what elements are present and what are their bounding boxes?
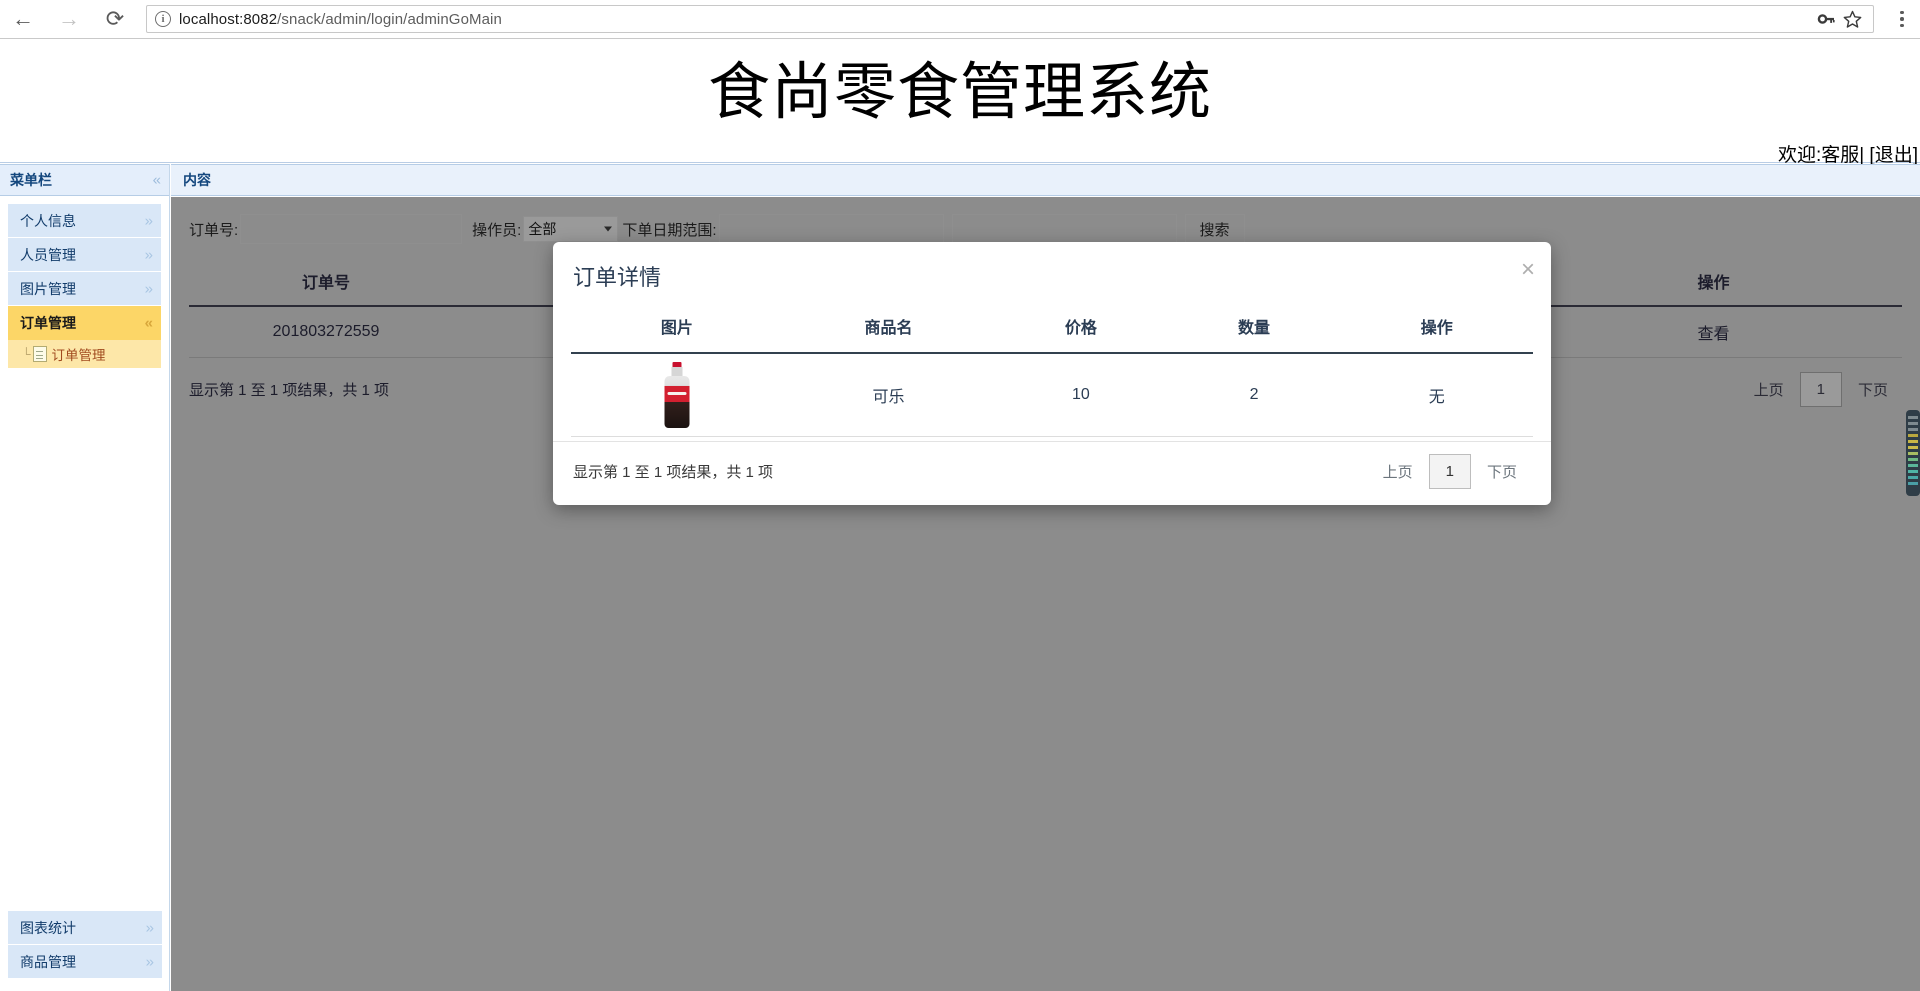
- next-page-button[interactable]: 下页: [1473, 455, 1531, 488]
- col-price: 价格: [994, 306, 1167, 353]
- three-dot-menu-icon[interactable]: [1884, 0, 1920, 39]
- sidebar-title: 菜单栏: [10, 170, 52, 190]
- modal-pagination: 上页 1 下页: [1369, 454, 1531, 489]
- next-page-button[interactable]: 下页: [1844, 373, 1902, 406]
- cell-price: 10: [994, 353, 1167, 437]
- sidebar-item-label: 个人信息: [20, 211, 76, 231]
- search-filter-bar: 订单号: 操作员: 全部 下单日期范围: 搜索: [189, 213, 1902, 245]
- back-arrow-icon[interactable]: ←: [0, 0, 46, 39]
- key-icon[interactable]: [1813, 6, 1839, 32]
- col-order-no: 订单号: [189, 259, 463, 306]
- content-header: 内容: [171, 164, 1920, 196]
- modal-header: 订单详情 ×: [553, 242, 1551, 306]
- sidebar-item-chart-statistics[interactable]: 图表统计 »: [8, 911, 162, 945]
- sidebar-menu: 个人信息 » 人员管理 » 图片管理 » 订单管理 « └ 订单管理: [0, 196, 169, 368]
- modal-body: 图片 商品名 价格 数量 操作: [553, 306, 1551, 437]
- sidebar-item-personal-info[interactable]: 个人信息 »: [8, 204, 161, 238]
- sidebar-header: 菜单栏 «: [0, 164, 169, 196]
- sidebar-subitem-label: 订单管理: [52, 344, 106, 364]
- cell-product-image: [571, 353, 783, 437]
- url-path: /snack/admin/login/adminGoMain: [277, 11, 502, 28]
- sidebar-item-image-management[interactable]: 图片管理 »: [8, 272, 161, 306]
- cola-bottle-image: [658, 362, 696, 428]
- date-from-input[interactable]: [719, 214, 944, 244]
- cell-product-name: 可乐: [783, 353, 995, 437]
- modal-title: 订单详情: [573, 260, 1531, 292]
- page-title: 食尚零食管理系统: [0, 52, 1920, 132]
- page-header: 食尚零食管理系统 欢迎:客服| [退出]: [0, 40, 1920, 163]
- order-no-input[interactable]: [240, 214, 462, 244]
- site-info-icon[interactable]: i: [155, 11, 171, 27]
- sidebar-item-product-management[interactable]: 商品管理 »: [8, 945, 162, 979]
- operator-select-value: 全部: [528, 219, 556, 239]
- scrollbar-thumb[interactable]: [1906, 410, 1920, 496]
- sidebar-item-label: 图表统计: [20, 918, 76, 938]
- cell-action: 无: [1341, 353, 1533, 437]
- date-range-label: 下单日期范围:: [622, 219, 716, 240]
- sidebar-menu-bottom: 图表统计 » 商品管理 »: [0, 911, 170, 979]
- prev-page-button[interactable]: 上页: [1369, 455, 1427, 488]
- operator-label: 操作员:: [472, 219, 521, 240]
- prev-page-button[interactable]: 上页: [1740, 373, 1798, 406]
- collapse-icon[interactable]: «: [153, 172, 161, 189]
- order-items-table: 图片 商品名 价格 数量 操作: [571, 306, 1533, 437]
- col-product-name: 商品名: [783, 306, 995, 353]
- sidebar-item-label: 商品管理: [20, 952, 76, 972]
- date-to-input[interactable]: [952, 214, 1177, 244]
- page-number-button[interactable]: 1: [1429, 454, 1471, 489]
- browser-toolbar: ← → ⟳ i localhost:8082/snack/admin/login…: [0, 0, 1920, 39]
- reload-icon[interactable]: ⟳: [92, 0, 138, 39]
- chevron-up-icon: «: [145, 315, 153, 330]
- url-host: localhost:8082: [179, 11, 277, 28]
- chevron-down-icon: »: [146, 954, 154, 969]
- sidebar-subitem-order-management[interactable]: └ 订单管理: [8, 340, 161, 368]
- sidebar: 菜单栏 « 个人信息 » 人员管理 » 图片管理 » 订单管理 « └ 订单管理…: [0, 164, 170, 991]
- cell-action-view[interactable]: 查看: [1525, 306, 1902, 358]
- cell-order-no: 201803272559: [189, 306, 463, 358]
- page-number-button[interactable]: 1: [1800, 372, 1842, 407]
- address-bar[interactable]: i localhost:8082/snack/admin/login/admin…: [146, 5, 1874, 33]
- forward-arrow-icon[interactable]: →: [46, 0, 92, 39]
- order-detail-modal: 订单详情 × 图片 商品名 价格 数量 操作: [553, 242, 1551, 505]
- chevron-down-icon: »: [145, 247, 153, 262]
- col-action: 操作: [1341, 306, 1533, 353]
- sidebar-item-label: 订单管理: [20, 313, 76, 333]
- chevron-down-icon: »: [146, 920, 154, 935]
- search-button[interactable]: 搜索: [1185, 214, 1245, 244]
- sidebar-item-label: 图片管理: [20, 279, 76, 299]
- col-action: 操作: [1525, 259, 1902, 306]
- results-summary: 显示第 1 至 1 项结果，共 1 项: [189, 379, 389, 400]
- col-quantity: 数量: [1167, 306, 1340, 353]
- welcome-bar[interactable]: 欢迎:客服| [退出]: [1778, 140, 1918, 167]
- content-title: 内容: [183, 170, 211, 190]
- chevron-down-icon: »: [145, 213, 153, 228]
- table-header-row: 图片 商品名 价格 数量 操作: [571, 306, 1533, 353]
- sidebar-item-staff-management[interactable]: 人员管理 »: [8, 238, 161, 272]
- close-icon[interactable]: ×: [1521, 258, 1535, 282]
- pagination: 上页 1 下页: [1740, 372, 1902, 407]
- results-summary: 显示第 1 至 1 项结果，共 1 项: [573, 461, 773, 482]
- table-row: 可乐 10 2 无: [571, 353, 1533, 437]
- tree-elbow-icon: └: [22, 348, 31, 360]
- col-image: 图片: [571, 306, 783, 353]
- star-icon[interactable]: [1839, 6, 1865, 32]
- cell-quantity: 2: [1167, 353, 1340, 437]
- document-icon: [33, 346, 47, 362]
- chevron-down-icon: »: [145, 281, 153, 296]
- chevron-down-icon: [604, 227, 612, 232]
- order-no-label: 订单号:: [189, 219, 238, 240]
- url-text: localhost:8082/snack/admin/login/adminGo…: [179, 11, 502, 28]
- modal-footer: 显示第 1 至 1 项结果，共 1 项 上页 1 下页: [553, 441, 1551, 505]
- sidebar-item-order-management[interactable]: 订单管理 «: [8, 306, 161, 340]
- operator-select[interactable]: 全部: [523, 216, 618, 242]
- sidebar-item-label: 人员管理: [20, 245, 76, 265]
